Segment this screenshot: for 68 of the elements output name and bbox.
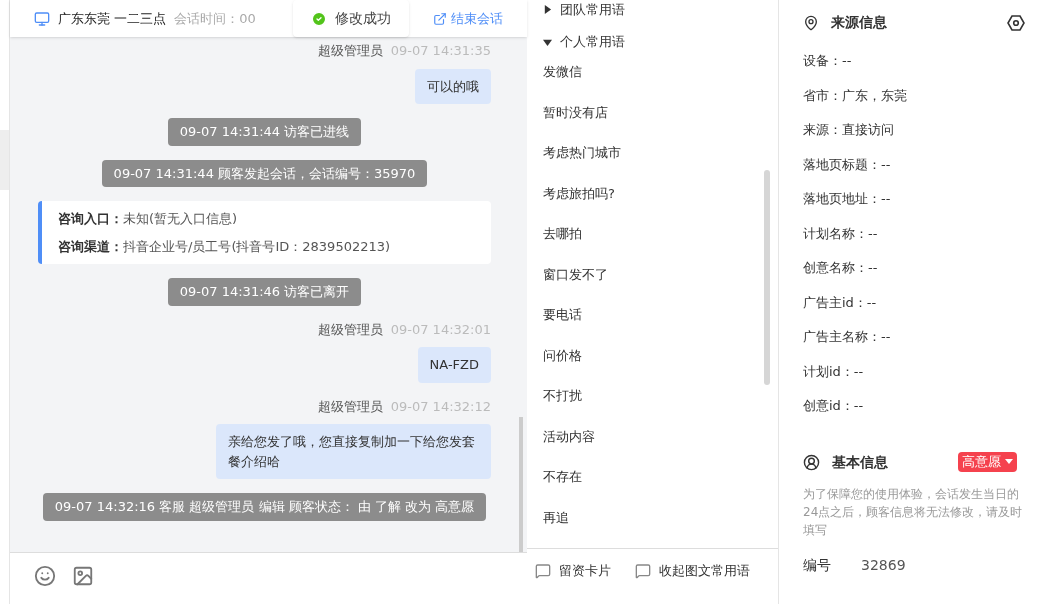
phrase-item[interactable]: 再追 xyxy=(543,507,748,527)
info-field: 计划id：-- xyxy=(803,361,1025,381)
action-button[interactable]: 收起图文常用语 xyxy=(635,561,750,581)
info-field: 落地页地址：-- xyxy=(803,189,1025,209)
message-bubble: 可以的哦 xyxy=(415,68,491,104)
chat-title: 广东东莞 一二三点 xyxy=(58,9,167,28)
section-title: 基本信息 xyxy=(832,452,888,472)
user-icon xyxy=(803,453,820,471)
scrollbar[interactable] xyxy=(764,170,770,385)
sender-name: 超级管理员 xyxy=(317,42,383,60)
image-icon[interactable] xyxy=(72,565,94,587)
notice-text: 为了保障您的使用体验，会话发生当日的24点之后，顾客信息将无法修改，请及时填写 xyxy=(803,485,1024,539)
system-notice: 09-07 14:31:44 顾客发起会话，会话编号：35970 xyxy=(101,159,428,187)
settings-icon[interactable] xyxy=(1007,13,1025,32)
phrase-item[interactable]: 考虑旅拍吗? xyxy=(543,183,748,203)
status-tag[interactable]: 高意愿 xyxy=(958,452,1017,472)
scrollbar[interactable] xyxy=(519,417,523,552)
message-icon xyxy=(635,562,651,579)
message-time: 09-07 14:32:12 xyxy=(390,397,491,416)
phrase-item[interactable]: 不打扰 xyxy=(543,386,748,406)
phrase-item[interactable]: 活动内容 xyxy=(543,426,748,446)
sender-name: 超级管理员 xyxy=(317,397,383,416)
section-title: 来源信息 xyxy=(831,13,887,32)
info-field: 计划名称：-- xyxy=(803,223,1025,243)
info-field: 设备：-- xyxy=(803,51,1025,71)
info-field: 创意id：-- xyxy=(803,396,1025,416)
system-notice: 09-07 14:31:46 访客已离开 xyxy=(167,278,362,306)
info-field: 创意名称：-- xyxy=(803,258,1025,278)
phrase-item[interactable]: 不存在 xyxy=(543,467,748,487)
info-label: 咨询入口： xyxy=(58,210,123,228)
phrase-item[interactable]: 要电话 xyxy=(543,305,748,325)
field-label: 编号 xyxy=(803,555,831,575)
info-field: 广告主id：-- xyxy=(803,292,1025,312)
caret-icon xyxy=(543,37,552,47)
phrase-item[interactable]: 窗口发不了 xyxy=(543,264,748,284)
monitor-icon xyxy=(34,10,50,27)
phrase-item[interactable]: 考虑热门城市 xyxy=(543,143,748,163)
message-time: 09-07 14:31:35 xyxy=(390,42,491,60)
external-link-icon xyxy=(433,11,447,26)
info-field: 省市：广东，东莞 xyxy=(803,85,1025,105)
message-bubble: 亲给您发了哦，您直接复制加一下给您发套餐介绍哈 xyxy=(216,424,491,479)
group-header[interactable]: 团队常用语 xyxy=(543,0,625,20)
message-bubble: NA-FZD xyxy=(417,347,491,383)
info-value: 抖音企业号/员工号(抖音号ID：2839502213) xyxy=(123,237,391,256)
info-label: 咨询渠道： xyxy=(58,237,123,256)
phrase-item[interactable]: 去哪拍 xyxy=(543,224,748,244)
phrase-item[interactable]: 暂时没有店 xyxy=(543,102,748,122)
phrase-item[interactable]: 问价格 xyxy=(543,345,748,365)
phrase-item[interactable]: 发微信 xyxy=(543,62,748,82)
toast: 修改成功 xyxy=(293,0,409,37)
system-notice: 09-07 14:31:44 访客已进线 xyxy=(167,118,362,146)
emoji-icon[interactable] xyxy=(34,565,56,587)
session-time: 会话时间：00 xyxy=(174,9,256,28)
message-time: 09-07 14:32:01 xyxy=(390,320,491,339)
caret-icon xyxy=(543,5,552,15)
info-field: 落地页标题：-- xyxy=(803,154,1025,174)
location-icon xyxy=(803,14,819,31)
success-icon xyxy=(311,10,327,27)
message-icon xyxy=(535,562,551,579)
sender-name: 超级管理员 xyxy=(317,320,383,339)
caret-icon xyxy=(1005,459,1013,465)
system-notice: 09-07 14:32:16 客服 超级管理员 编辑 顾客状态： 由 了解 改为 高意愿 xyxy=(42,493,487,521)
group-header[interactable]: 个人常用语 xyxy=(543,32,625,52)
info-value: 未知(暂无入口信息) xyxy=(123,210,238,228)
field-value: 32869 xyxy=(861,555,906,575)
info-field: 广告主名称：-- xyxy=(803,327,1025,347)
action-button[interactable]: 留资卡片 xyxy=(535,561,611,581)
info-field: 来源：直接访问 xyxy=(803,120,1025,140)
